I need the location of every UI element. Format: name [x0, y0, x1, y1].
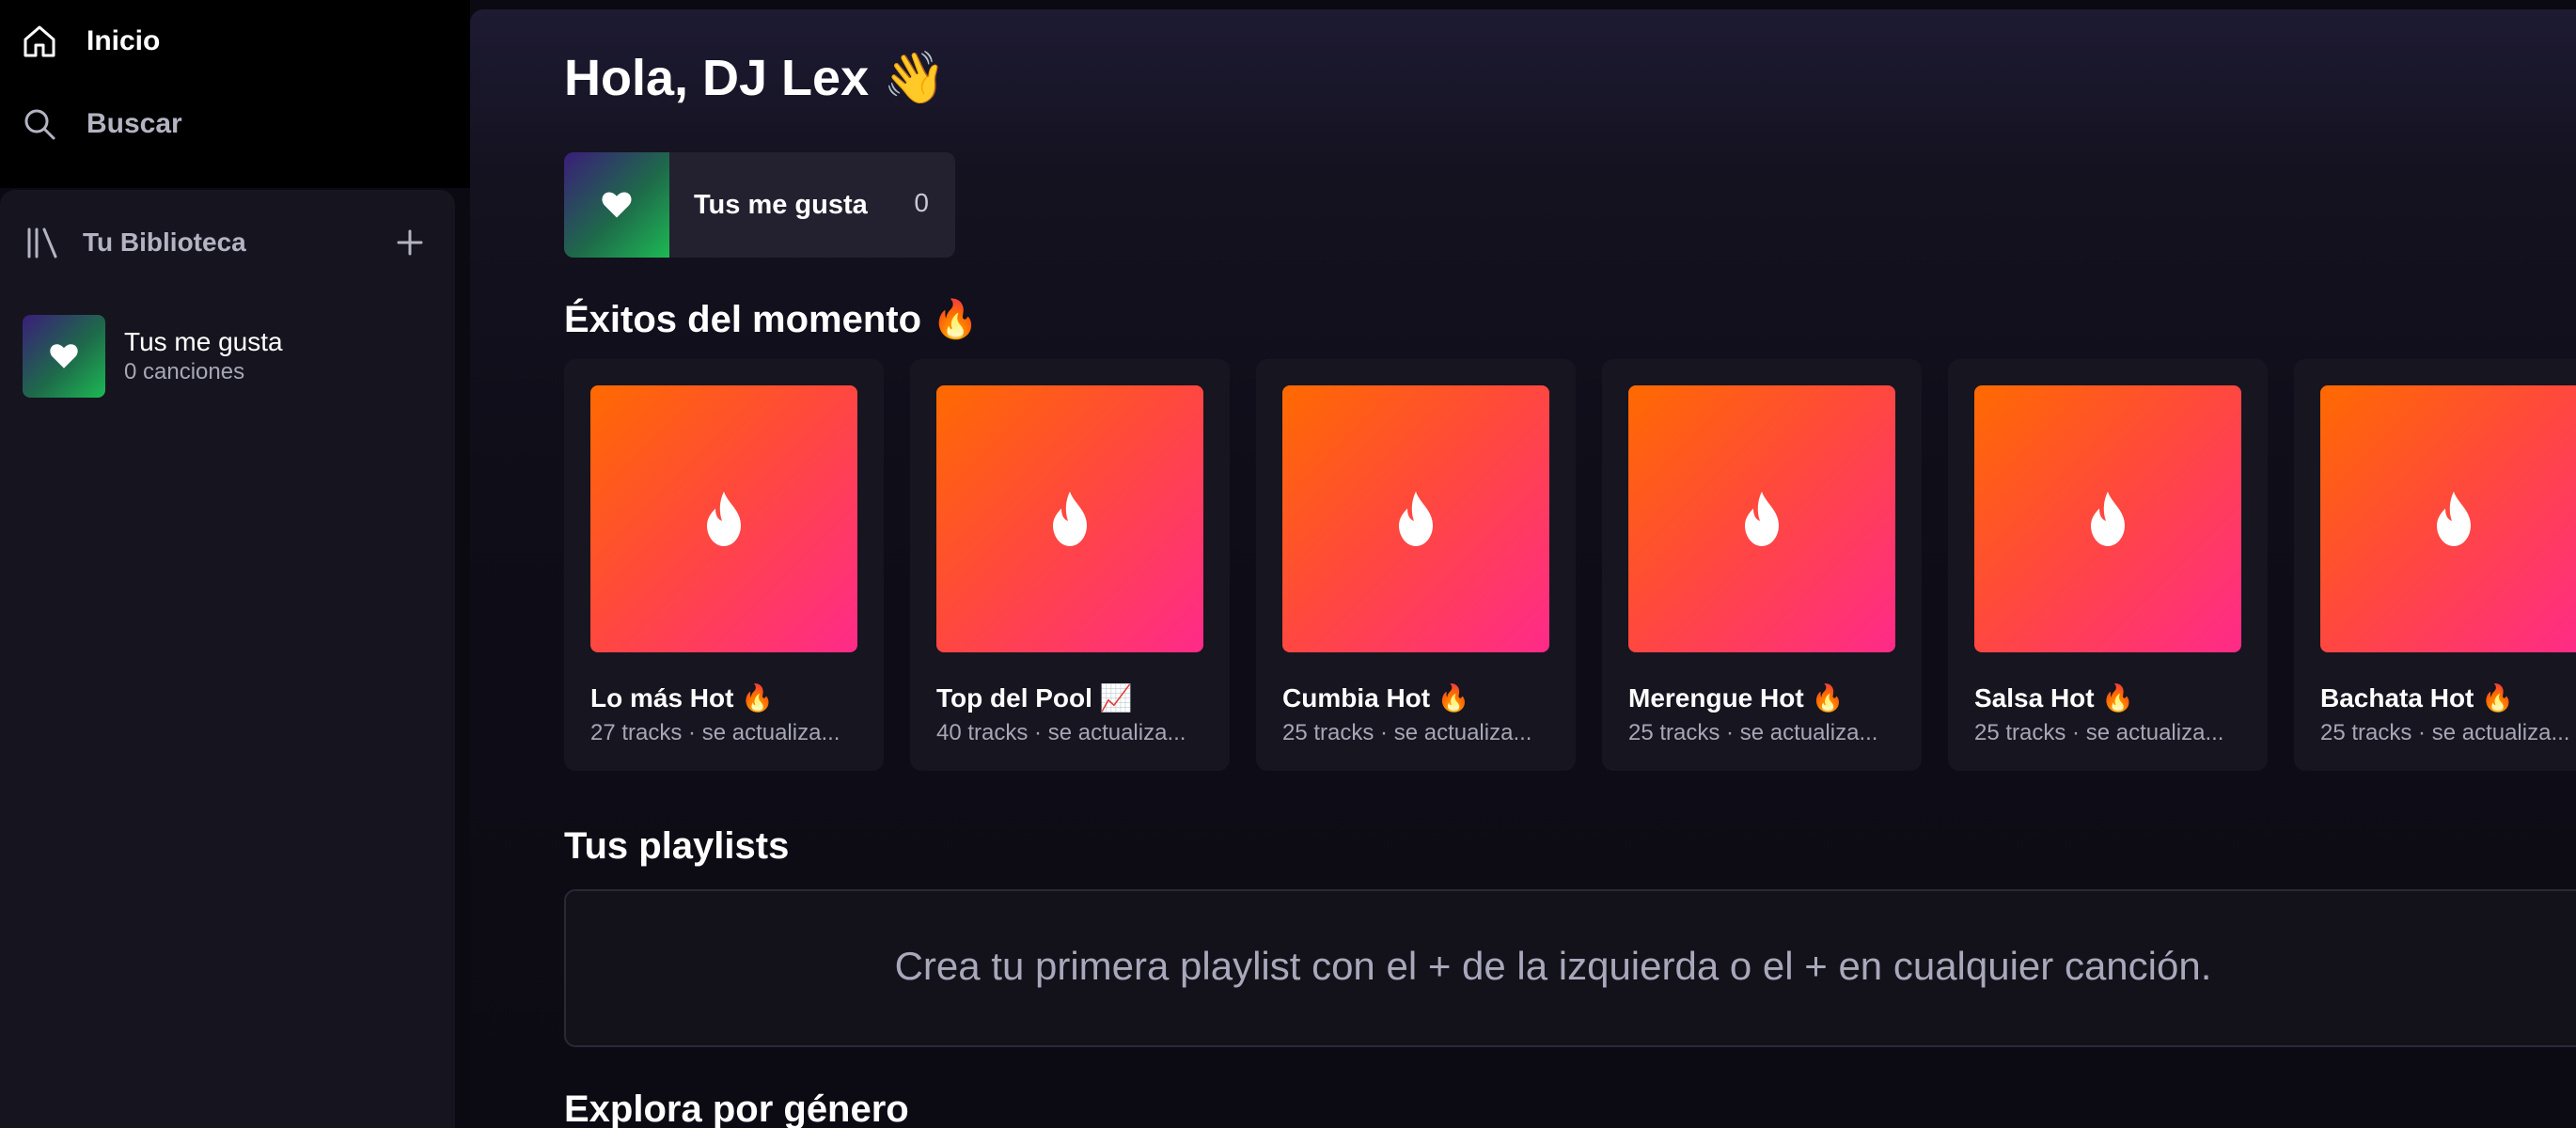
app-root: Inicio Buscar Tu Biblioteca Tus me gusta… — [0, 0, 2576, 1128]
playlists-empty-message: Crea tu primera playlist con el + de la … — [894, 944, 2212, 988]
hit-card[interactable]: Cumbia Hot 🔥 25 tracks · se actualiza... — [1256, 359, 1576, 771]
section-title-playlists: Tus playlists — [564, 825, 790, 867]
hit-card-art — [590, 385, 857, 652]
hit-card-title: Merengue Hot 🔥 — [1628, 683, 1845, 713]
library-item-title: Tus me gusta — [124, 327, 283, 356]
plus-icon — [397, 229, 423, 256]
hit-card-subtitle: 40 tracks · se actualiza... — [936, 720, 1186, 745]
nav-search[interactable]: Buscar — [21, 96, 453, 152]
nav-search-label: Buscar — [86, 108, 182, 139]
section-title-hits: Éxitos del momento 🔥 — [564, 299, 979, 340]
flame-icon — [707, 492, 741, 546]
add-playlist-button[interactable] — [391, 224, 429, 261]
liked-songs-card-label: Tus me gusta — [694, 189, 868, 220]
search-icon — [21, 105, 58, 143]
hit-card-art — [1282, 385, 1549, 652]
liked-songs-count: 0 — [914, 188, 929, 217]
hit-card-title: Bachata Hot 🔥 — [2320, 683, 2515, 713]
main-content: Hola, DJ Lex 👋 Tus me gusta 0 Éxitos del… — [470, 9, 2576, 1128]
hit-card-subtitle: 25 tracks · se actualiza... — [1628, 720, 1878, 745]
library-panel: Tu Biblioteca Tus me gusta 0 canciones — [0, 190, 455, 1128]
hit-card-subtitle: 25 tracks · se actualiza... — [2320, 720, 2570, 745]
greeting-title: Hola, DJ Lex 👋 — [564, 50, 947, 106]
library-title[interactable]: Tu Biblioteca — [83, 227, 246, 258]
library-icon[interactable] — [24, 225, 60, 260]
hit-card-title: Top del Pool 📈 — [936, 683, 1133, 713]
library-item-liked[interactable]: Tus me gusta 0 canciones — [23, 314, 436, 399]
hit-card-art — [936, 385, 1203, 652]
hit-card-title: Cumbia Hot 🔥 — [1282, 683, 1470, 713]
hit-card[interactable]: Lo más Hot 🔥 27 tracks · se actualiza... — [564, 359, 884, 771]
hit-card-title: Salsa Hot 🔥 — [1974, 683, 2135, 713]
hit-card[interactable]: Top del Pool 📈 40 tracks · se actualiza.… — [910, 359, 1230, 771]
flame-icon — [1053, 492, 1087, 546]
hit-card-subtitle: 27 tracks · se actualiza... — [590, 720, 840, 745]
hit-card-art — [2320, 385, 2576, 652]
home-icon — [21, 23, 58, 60]
hit-card-art — [1628, 385, 1895, 652]
section-title-explore: Explora por género — [564, 1089, 909, 1128]
heart-icon — [50, 344, 78, 368]
liked-songs-card-thumb — [564, 152, 669, 258]
flame-icon — [1399, 492, 1433, 546]
liked-songs-thumb — [23, 315, 105, 398]
top-nav: Inicio Buscar — [0, 0, 470, 188]
hit-card[interactable]: Merengue Hot 🔥 25 tracks · se actualiza.… — [1602, 359, 1922, 771]
hits-row: Lo más Hot 🔥 27 tracks · se actualiza...… — [564, 359, 2576, 780]
flame-icon — [2437, 492, 2471, 546]
flame-icon — [1745, 492, 1779, 546]
hit-card-subtitle: 25 tracks · se actualiza... — [1974, 720, 2224, 745]
liked-songs-card[interactable]: Tus me gusta 0 — [564, 152, 955, 258]
hit-card[interactable]: Bachata Hot 🔥 25 tracks · se actualiza..… — [2294, 359, 2576, 771]
nav-home[interactable]: Inicio — [21, 13, 453, 70]
hit-card-title: Lo más Hot 🔥 — [590, 683, 775, 713]
playlists-empty-state: Crea tu primera playlist con el + de la … — [564, 889, 2576, 1047]
library-header: Tu Biblioteca — [24, 218, 429, 267]
hit-card-subtitle: 25 tracks · se actualiza... — [1282, 720, 1532, 745]
library-item-subtitle: 0 canciones — [124, 359, 245, 384]
nav-home-label: Inicio — [86, 25, 161, 56]
flame-icon — [2091, 492, 2125, 546]
heart-icon — [602, 192, 632, 218]
hit-card[interactable]: Salsa Hot 🔥 25 tracks · se actualiza... — [1948, 359, 2268, 771]
hit-card-art — [1974, 385, 2241, 652]
library-item-meta: Tus me gusta 0 canciones — [124, 327, 283, 385]
